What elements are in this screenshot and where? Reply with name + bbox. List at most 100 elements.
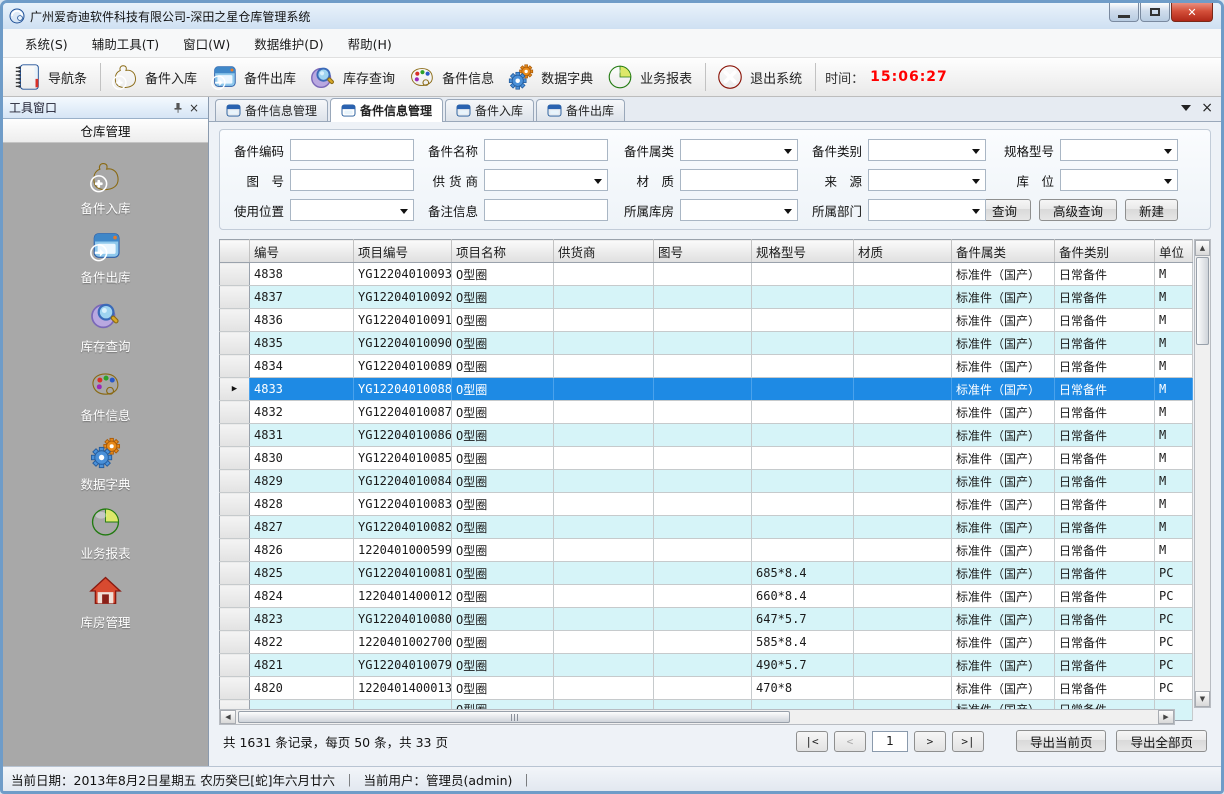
tab-4[interactable]: 备件出库	[536, 99, 625, 121]
row-selector-cell[interactable]	[220, 562, 250, 585]
table-cell[interactable]	[854, 447, 952, 470]
tab-3[interactable]: 备件入库	[445, 99, 534, 121]
chevron-down-icon[interactable]	[972, 179, 980, 184]
table-cell[interactable]	[554, 585, 654, 608]
table-cell[interactable]: 标准件（国产）	[952, 309, 1055, 332]
table-cell[interactable]	[554, 286, 654, 309]
table-cell[interactable]: 4835	[250, 332, 354, 355]
table-cell[interactable]	[752, 424, 854, 447]
table-row[interactable]: 48221220401002700O型圈585*8.4标准件（国产）日常备件PC	[220, 631, 1193, 654]
table-cell[interactable]: O型圈	[452, 424, 554, 447]
row-selector-cell[interactable]	[220, 424, 250, 447]
table-cell[interactable]: O型圈	[452, 539, 554, 562]
page-number-input[interactable]: 1	[872, 731, 908, 752]
first-page-button[interactable]: |<	[796, 731, 828, 752]
table-cell[interactable]: 日常备件	[1055, 654, 1155, 677]
table-cell[interactable]: 标准件（国产）	[952, 470, 1055, 493]
table-cell[interactable]: O型圈	[452, 378, 554, 401]
row-selector-cell[interactable]	[220, 608, 250, 631]
column-header[interactable]: 图号	[654, 240, 752, 263]
table-cell[interactable]	[752, 355, 854, 378]
table-cell[interactable]	[554, 355, 654, 378]
table-row[interactable]: 4825YG12204010081O型圈685*8.4标准件（国产）日常备件PC	[220, 562, 1193, 585]
table-row[interactable]: 4832YG12204010087O型圈标准件（国产）日常备件M	[220, 401, 1193, 424]
table-cell[interactable]: O型圈	[452, 516, 554, 539]
table-cell[interactable]: PC	[1155, 562, 1193, 585]
advanced-query-button[interactable]: 高级查询	[1039, 199, 1117, 221]
table-cell[interactable]	[752, 516, 854, 539]
table-cell[interactable]: 标准件（国产）	[952, 539, 1055, 562]
column-header[interactable]: 供货商	[554, 240, 654, 263]
table-cell[interactable]: 4824	[250, 585, 354, 608]
table-cell[interactable]: YG12204010082	[354, 516, 452, 539]
table-cell[interactable]: O型圈	[452, 401, 554, 424]
vertical-scroll-thumb[interactable]	[1196, 257, 1209, 345]
sidebar-item-parts-in[interactable]: 备件入库	[3, 159, 208, 217]
table-cell[interactable]: 日常备件	[1055, 493, 1155, 516]
input-备件编码[interactable]	[290, 139, 414, 161]
table-cell[interactable]	[752, 286, 854, 309]
table-row[interactable]: 4835YG12204010090O型圈标准件（国产）日常备件M	[220, 332, 1193, 355]
menu-item[interactable]: 辅助工具(T)	[80, 30, 171, 57]
table-cell[interactable]: 1220401400013	[354, 677, 452, 700]
table-cell[interactable]: O型圈	[452, 286, 554, 309]
menu-item[interactable]: 系统(S)	[13, 30, 80, 57]
toolbar-button-parts-out[interactable]: 备件出库	[205, 60, 304, 94]
input-材 质[interactable]	[680, 169, 798, 191]
combo-所属部门[interactable]	[868, 199, 986, 221]
table-cell[interactable]: 4828	[250, 493, 354, 516]
column-header[interactable]: 材质	[854, 240, 952, 263]
table-row[interactable]: ▶4833YG12204010088O型圈标准件（国产）日常备件M	[220, 378, 1193, 401]
table-cell[interactable]: YG12204010081	[354, 562, 452, 585]
table-cell[interactable]: 日常备件	[1055, 516, 1155, 539]
combo-备件属类[interactable]	[680, 139, 798, 161]
table-cell[interactable]	[554, 562, 654, 585]
table-cell[interactable]: O型圈	[452, 585, 554, 608]
table-row[interactable]: 48241220401400012O型圈660*8.4标准件（国产）日常备件PC	[220, 585, 1193, 608]
table-cell[interactable]: 标准件（国产）	[952, 631, 1055, 654]
table-cell[interactable]: 日常备件	[1055, 378, 1155, 401]
export-all-pages-button[interactable]: 导出全部页	[1116, 730, 1207, 752]
table-cell[interactable]	[854, 263, 952, 286]
table-cell[interactable]: M	[1155, 401, 1193, 424]
chevron-down-icon[interactable]	[784, 149, 792, 154]
row-selector-cell[interactable]	[220, 332, 250, 355]
chevron-down-icon[interactable]	[594, 179, 602, 184]
table-cell[interactable]: 标准件（国产）	[952, 263, 1055, 286]
table-row[interactable]: 4827YG12204010082O型圈标准件（国产）日常备件M	[220, 516, 1193, 539]
input-图 号[interactable]	[290, 169, 414, 191]
table-cell[interactable]: 日常备件	[1055, 332, 1155, 355]
table-cell[interactable]	[854, 608, 952, 631]
table-cell[interactable]: YG12204010087	[354, 401, 452, 424]
scroll-left-icon[interactable]: ◀	[220, 710, 236, 724]
table-cell[interactable]: YG12204010088	[354, 378, 452, 401]
table-cell[interactable]	[654, 539, 752, 562]
table-cell[interactable]	[854, 539, 952, 562]
table-cell[interactable]	[554, 309, 654, 332]
horizontal-scroll-thumb[interactable]	[238, 711, 790, 723]
table-cell[interactable]	[752, 263, 854, 286]
table-cell[interactable]: 标准件（国产）	[952, 585, 1055, 608]
table-row[interactable]: 4834YG12204010089O型圈标准件（国产）日常备件M	[220, 355, 1193, 378]
table-cell[interactable]: M	[1155, 286, 1193, 309]
toolbar-button-parts-in[interactable]: 备件入库	[106, 60, 205, 94]
table-cell[interactable]	[854, 654, 952, 677]
vertical-scrollbar[interactable]: ▲ ▼	[1194, 239, 1211, 708]
table-cell[interactable]: O型圈	[452, 470, 554, 493]
sidebar-item-biz-report[interactable]: 业务报表	[3, 504, 208, 562]
warehouse-panel-header[interactable]: 仓库管理	[3, 119, 208, 143]
table-cell[interactable]	[854, 355, 952, 378]
column-header[interactable]: 项目编号	[354, 240, 452, 263]
table-cell[interactable]	[752, 470, 854, 493]
table-cell[interactable]	[554, 677, 654, 700]
table-cell[interactable]: 4820	[250, 677, 354, 700]
table-cell[interactable]	[854, 677, 952, 700]
table-cell[interactable]	[554, 608, 654, 631]
table-cell[interactable]: YG12204010083	[354, 493, 452, 516]
table-cell[interactable]	[854, 309, 952, 332]
table-cell[interactable]: YG12204010089	[354, 355, 452, 378]
table-cell[interactable]	[752, 332, 854, 355]
table-cell[interactable]: 日常备件	[1055, 263, 1155, 286]
table-cell[interactable]: 470*8	[752, 677, 854, 700]
combo-供 货 商[interactable]	[484, 169, 608, 191]
